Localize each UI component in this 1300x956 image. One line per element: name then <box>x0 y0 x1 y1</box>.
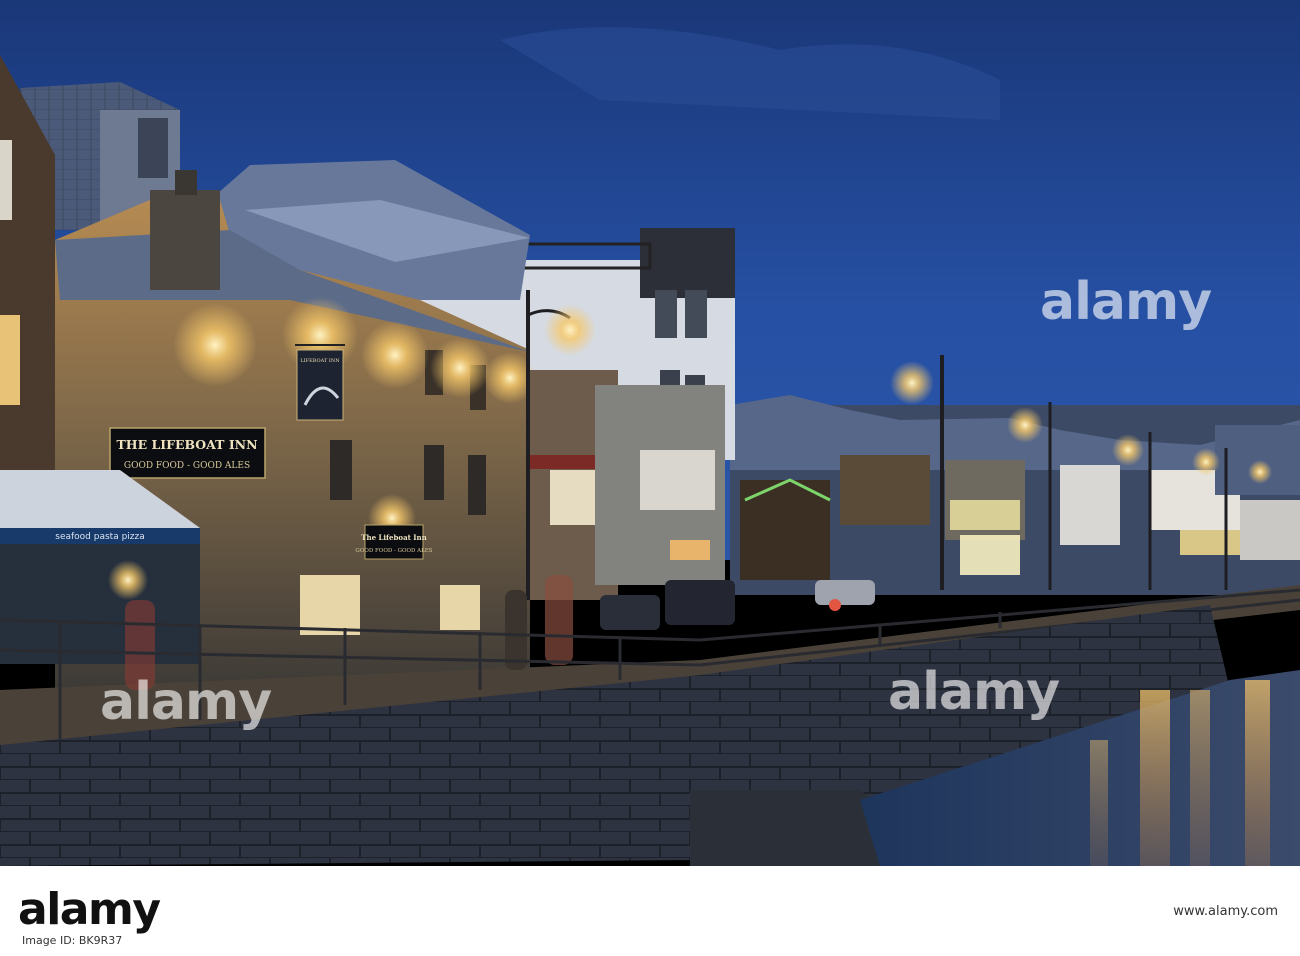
small-sign-subtitle: GOOD FOOD - GOOD ALES <box>355 548 432 554</box>
footer-url[interactable]: www.alamy.com <box>1173 904 1278 919</box>
stock-footer <box>0 866 1300 956</box>
watermark-alamy: alamy <box>888 662 1060 722</box>
harbour-night-photo: THE LIFEBOAT INN GOOD FOOD - GOOD ALES T… <box>0 0 1300 866</box>
middle-shops <box>528 370 725 600</box>
awning-text: seafood pasta pizza <box>55 532 145 542</box>
pub-sign-subtitle: GOOD FOOD - GOOD ALES <box>124 461 250 471</box>
hanging-sign-text: LIFEBOAT INN <box>300 358 340 364</box>
image-id: Image ID: BK9R37 <box>22 934 123 947</box>
pub-sign-main: THE LIFEBOAT INN GOOD FOOD - GOOD ALES <box>109 427 266 479</box>
watermark-alamy: alamy <box>100 672 272 732</box>
hanging-pub-sign: LIFEBOAT INN <box>295 344 345 421</box>
pub-sign-small: The Lifeboat Inn GOOD FOOD - GOOD ALES <box>355 524 433 560</box>
alamy-logo: alamy <box>18 884 161 935</box>
small-sign-title: The Lifeboat Inn <box>361 533 426 542</box>
watermark-alamy: alamy <box>1040 272 1212 332</box>
pub-sign-title: THE LIFEBOAT INN <box>116 437 257 452</box>
photo-frame: THE LIFEBOAT INN GOOD FOOD - GOOD ALES T… <box>0 0 1300 956</box>
